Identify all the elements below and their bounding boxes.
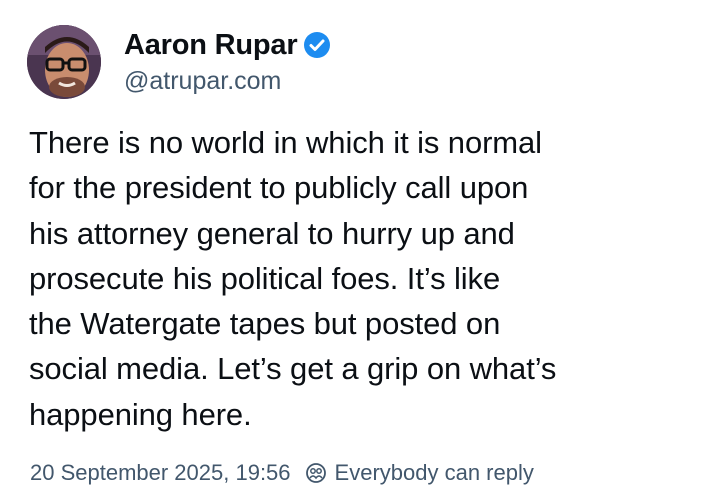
reply-setting: Everybody can reply [305,458,534,488]
reply-restriction-icon [305,462,327,484]
verified-check-icon [303,31,331,59]
reply-setting-label: Everybody can reply [334,460,534,485]
post-card: Aaron Rupar @atrupar.com There is no wor… [0,0,720,498]
author-display-name[interactable]: Aaron Rupar [124,27,298,63]
author-row: Aaron Rupar [124,27,331,63]
author-handle[interactable]: @atrupar.com [124,66,281,96]
post-text: There is no world in which it is normal … [29,125,557,432]
post-timestamp[interactable]: 20 September 2025, 19:56 [30,458,291,488]
avatar-image [27,25,101,99]
post-meta: 20 September 2025, 19:56 Everybody can r… [30,458,534,488]
avatar[interactable] [27,25,101,99]
